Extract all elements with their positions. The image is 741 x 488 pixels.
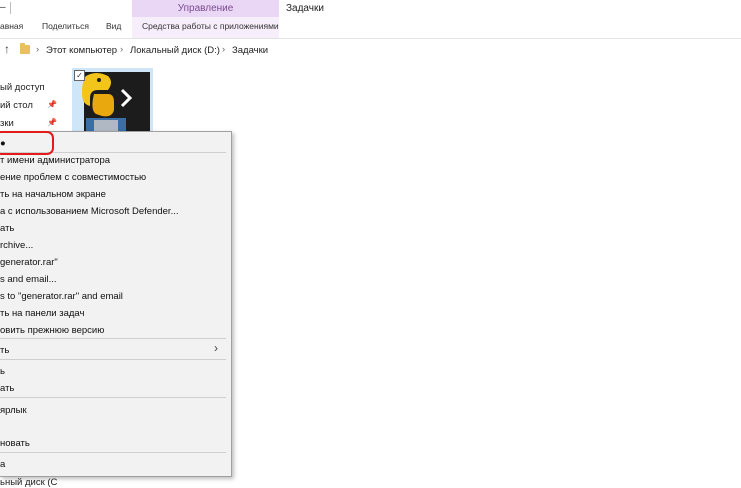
chevron-right-icon[interactable]: › [36,44,39,55]
menu-item-pin-start[interactable]: ть на начальном экране [0,186,231,203]
menu-item-label: ать [0,383,15,394]
menu-item-add-generator-rar[interactable]: generator.rar" [0,254,231,271]
file-checkbox[interactable]: ✓ [74,70,85,81]
folder-icon [20,43,30,54]
menu-item-label: ть на начальном экране [0,189,106,200]
menu-item-cut[interactable]: ь [0,363,231,380]
ribbon [0,0,741,39]
menu-item-label: generator.rar" [0,257,58,268]
menu-item-properties[interactable]: а [0,456,231,473]
chevron-right-icon[interactable]: › [120,44,123,55]
nav-item-desktop[interactable]: ий стол [0,100,33,111]
menu-item-add-archive[interactable]: rchive... [0,237,231,254]
context-menu: ● т имени администратора ение проблем с … [0,131,232,477]
menu-item-label: а [0,459,6,470]
chevron-right-icon: › [214,341,218,355]
menu-item-label: ярлык [0,405,27,416]
highlight-annotation [0,131,54,155]
manage-tab-label[interactable]: Управление [132,3,279,14]
title-fragment: – [0,2,6,13]
tab-view[interactable]: Вид [106,21,121,31]
menu-item-compress-rar-email[interactable]: s to "generator.rar" and email [0,288,231,305]
menu-item-defender-scan[interactable]: а с использованием Microsoft Defender... [0,203,231,220]
menu-item-rename[interactable]: новать [0,435,231,452]
up-arrow-icon[interactable]: ↑ [4,42,10,56]
nav-item-local-disk-c[interactable]: ьный диск (C [0,477,57,488]
tab-share[interactable]: Поделиться [42,21,89,31]
menu-item-compress-email[interactable]: s and email... [0,271,231,288]
breadcrumb-local-disk-d[interactable]: Локальный диск (D:) [130,45,220,56]
menu-item-label: rchive... [0,240,34,251]
menu-item-send-to[interactable]: ть [0,342,231,359]
menu-item-troubleshoot[interactable]: ение проблем с совместимостью [0,169,231,186]
window-title: Задачки [286,3,324,14]
title-separator [10,2,11,14]
breadcrumb-zadachki[interactable]: Задачки [232,45,268,56]
menu-separator [0,452,226,453]
menu-item-label: ть [0,345,10,356]
menu-item-label: ть на панели задач [0,308,85,319]
menu-item-label: ь [0,366,5,377]
menu-item-pin-taskbar[interactable]: ть на панели задач [0,305,231,322]
menu-item-label: ать [0,223,15,234]
menu-separator [0,338,226,339]
menu-item-label: ение проблем с совместимостью [0,172,147,183]
nav-item-downloads[interactable]: зки [0,118,14,129]
menu-item-label: s and email... [0,274,57,285]
menu-item-create-shortcut[interactable]: ярлык [0,402,231,419]
menu-item-label: овить прежнюю версию [0,325,105,336]
menu-item-label: а с использованием Microsoft Defender... [0,206,179,217]
menu-item-label: s to "generator.rar" and email [0,291,123,302]
menu-item-restore-version[interactable]: овить прежнюю версию [0,322,231,339]
menu-separator [0,397,226,398]
menu-item-label: новать [0,438,30,449]
menu-item-share[interactable]: ать [0,220,231,237]
chevron-right-icon[interactable]: › [222,44,225,55]
breadcrumb-this-pc[interactable]: Этот компьютер [46,45,117,56]
pin-icon: 📌 [47,118,57,127]
menu-item-copy[interactable]: ать [0,380,231,397]
nav-item-quick-access[interactable]: ый доступ [0,82,45,93]
tab-home[interactable]: авная [0,21,23,31]
menu-separator [0,359,226,360]
pin-icon: 📌 [47,100,57,109]
tab-app-tools[interactable]: Средства работы с приложениями [142,21,279,31]
